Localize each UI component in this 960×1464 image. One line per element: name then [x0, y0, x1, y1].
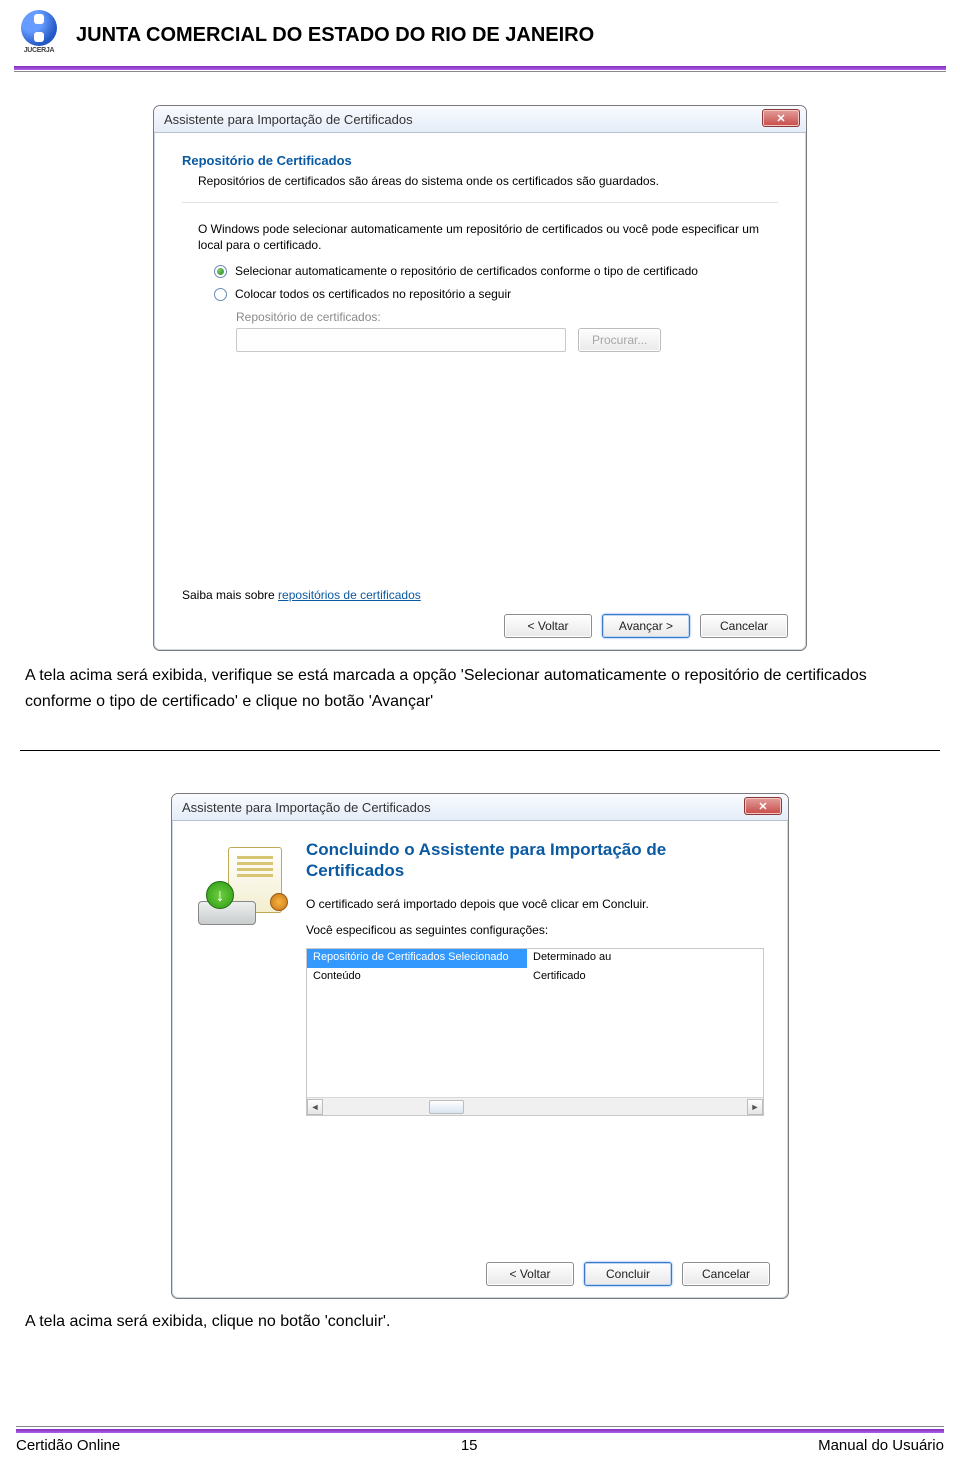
- table-cell: Conteúdo: [307, 968, 527, 984]
- body-text-2: A tela acima será exibida, clique no bot…: [20, 1309, 940, 1335]
- close-icon: ✕: [776, 112, 785, 125]
- scroll-thumb[interactable]: [429, 1100, 464, 1114]
- instruction-paragraph: O Windows pode selecionar automaticament…: [198, 221, 778, 253]
- next-button[interactable]: Avançar >: [602, 614, 690, 638]
- footer-rule: [16, 1429, 944, 1433]
- scroll-left-icon[interactable]: ◄: [307, 1099, 323, 1115]
- horizontal-scrollbar[interactable]: ◄ ►: [307, 1097, 763, 1115]
- table-row: Conteúdo Certificado: [307, 968, 763, 984]
- dialog2-titlebar: Assistente para Importação de Certificad…: [172, 794, 788, 821]
- cancel-button[interactable]: Cancelar: [700, 614, 788, 638]
- table-cell: Certificado: [527, 968, 763, 984]
- footer-right: Manual do Usuário: [818, 1437, 944, 1454]
- body-text-1: A tela acima será exibida, verifique se …: [20, 663, 940, 714]
- table-header-right: Determinado au: [527, 949, 763, 968]
- arrow-down-icon: ↓: [206, 881, 234, 909]
- certificate-import-icon: ↓: [196, 847, 286, 925]
- back-button[interactable]: < Voltar: [486, 1262, 574, 1286]
- learn-more: Saiba mais sobre repositórios de certifi…: [182, 588, 421, 602]
- footer-page-number: 15: [461, 1437, 478, 1454]
- radio-auto-store-label: Selecionar automaticamente o repositório…: [235, 263, 698, 279]
- finish-title: Concluindo o Assistente para Importação …: [306, 839, 764, 882]
- dialog2-title: Assistente para Importação de Certificad…: [182, 800, 431, 815]
- learn-more-link[interactable]: repositórios de certificados: [278, 588, 421, 602]
- section-separator: [20, 750, 940, 751]
- cancel-button[interactable]: Cancelar: [682, 1262, 770, 1286]
- page-title: JUNTA COMERCIAL DO ESTADO DO RIO DE JANE…: [76, 24, 594, 47]
- dialog1-title: Assistente para Importação de Certificad…: [164, 112, 413, 127]
- finish-para1: O certificado será importado depois que …: [306, 896, 764, 912]
- radio-auto-store[interactable]: [214, 265, 227, 278]
- table-row: Repositório de Certificados Selecionado …: [307, 949, 763, 968]
- page-header: JUCERJA JUNTA COMERCIAL DO ESTADO DO RIO…: [0, 0, 960, 66]
- logo-ball-icon: [21, 10, 57, 46]
- repo-field[interactable]: [236, 328, 566, 352]
- section-subtitle: Repositórios de certificados são áreas d…: [198, 174, 778, 188]
- radio-manual-store[interactable]: [214, 288, 227, 301]
- section-title: Repositório de Certificados: [182, 153, 778, 168]
- repo-field-label: Repositório de certificados:: [236, 310, 778, 324]
- footer-left: Certidão Online: [16, 1437, 120, 1454]
- finish-button[interactable]: Concluir: [584, 1262, 672, 1286]
- dialog-finish: Assistente para Importação de Certificad…: [171, 793, 789, 1299]
- table-header-left: Repositório de Certificados Selecionado: [307, 949, 527, 968]
- jucerja-logo: JUCERJA: [14, 10, 64, 60]
- finish-para2: Você especificou as seguintes configuraç…: [306, 922, 764, 938]
- settings-table: Repositório de Certificados Selecionado …: [306, 948, 764, 1116]
- browse-button[interactable]: Procurar...: [578, 328, 661, 352]
- close-button[interactable]: ✕: [744, 797, 782, 815]
- dialog-cert-store: Assistente para Importação de Certificad…: [153, 105, 807, 651]
- scroll-right-icon[interactable]: ►: [747, 1099, 763, 1115]
- divider: [182, 202, 778, 203]
- dialog1-titlebar: Assistente para Importação de Certificad…: [154, 106, 806, 133]
- learn-more-prefix: Saiba mais sobre: [182, 588, 278, 602]
- close-icon: ✕: [758, 800, 767, 813]
- logo-caption: JUCERJA: [24, 47, 55, 54]
- close-button[interactable]: ✕: [762, 109, 800, 127]
- back-button[interactable]: < Voltar: [504, 614, 592, 638]
- radio-manual-store-label: Colocar todos os certificados no reposit…: [235, 286, 511, 302]
- page-footer: Certidão Online 15 Manual do Usuário: [0, 1429, 960, 1464]
